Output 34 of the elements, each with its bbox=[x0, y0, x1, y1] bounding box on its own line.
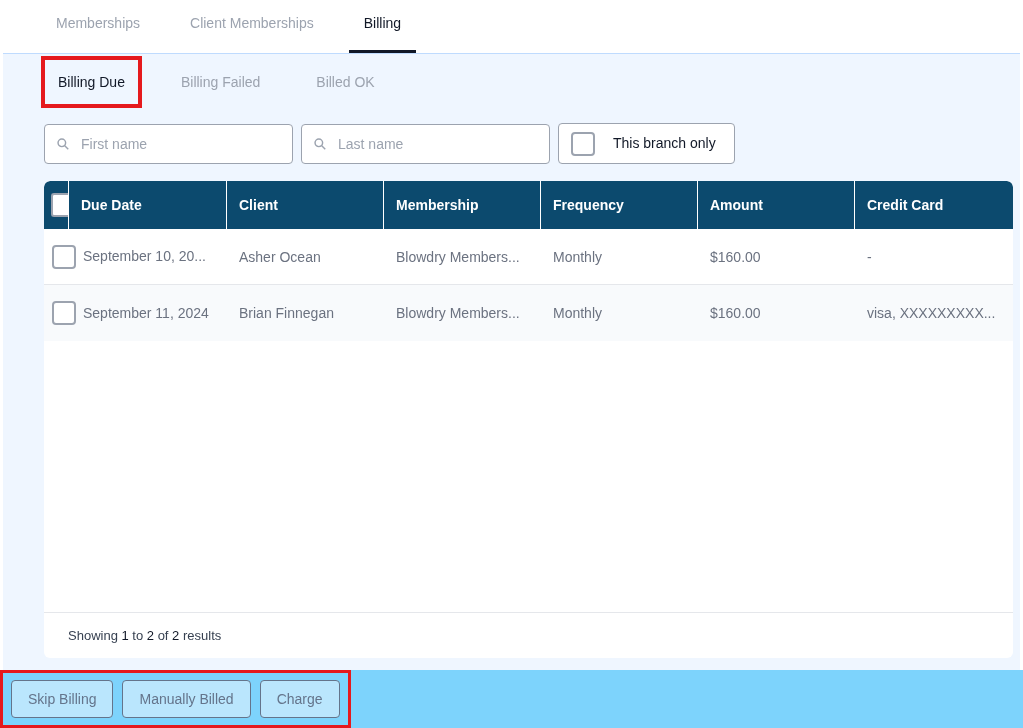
table-cell-text: September 11, 2024 bbox=[83, 303, 209, 323]
table-row[interactable]: September 11, 2024 Brian Finnegan Blowdry Members... Monthly $160.00 visa, XXXXXXXXX... bbox=[44, 285, 1013, 341]
table-cell: visa, XXXXXXXXX... bbox=[867, 305, 996, 321]
pagination-summary: Showing 1 to 2 of 2 results bbox=[68, 626, 222, 645]
sub-tab[interactable]: Billing Failed bbox=[167, 62, 274, 102]
column-header: Due Date bbox=[81, 195, 142, 215]
column-header: Credit Card bbox=[867, 195, 944, 215]
table-cell: Monthly bbox=[553, 248, 603, 265]
table-cell: $160.00 bbox=[710, 248, 761, 265]
table-cell: $160.00 bbox=[710, 305, 761, 321]
column-header: Client bbox=[239, 195, 278, 215]
checkbox[interactable] bbox=[52, 301, 76, 325]
table-cell-text: September 10, 20... bbox=[83, 247, 206, 266]
column-header: Frequency bbox=[553, 195, 624, 215]
search-icon bbox=[56, 137, 70, 151]
table-cell: Blowdry Members... bbox=[396, 305, 520, 321]
search-field[interactable]: First name bbox=[44, 124, 293, 164]
table-cell: Monthly bbox=[553, 305, 603, 321]
column-header: Amount bbox=[710, 195, 763, 215]
table-cell: - bbox=[867, 248, 872, 265]
checkbox[interactable] bbox=[52, 244, 76, 269]
table-cell: Asher Ocean bbox=[239, 248, 321, 265]
tab[interactable]: Client Memberships bbox=[175, 0, 329, 53]
column-header: Membership bbox=[396, 195, 479, 215]
branch-filter[interactable]: This branch only bbox=[558, 123, 735, 164]
sub-tab[interactable]: Billing Due bbox=[45, 62, 138, 102]
sub-tab[interactable]: Billed OK bbox=[303, 62, 388, 102]
table-cell: Brian Finnegan bbox=[239, 305, 334, 321]
table-cell: Blowdry Members... bbox=[396, 248, 520, 265]
search-field[interactable]: Last name bbox=[301, 124, 550, 164]
search-icon bbox=[313, 137, 327, 151]
checkbox[interactable] bbox=[51, 193, 68, 217]
checkbox[interactable] bbox=[571, 131, 595, 156]
tab[interactable]: Memberships bbox=[41, 0, 156, 53]
